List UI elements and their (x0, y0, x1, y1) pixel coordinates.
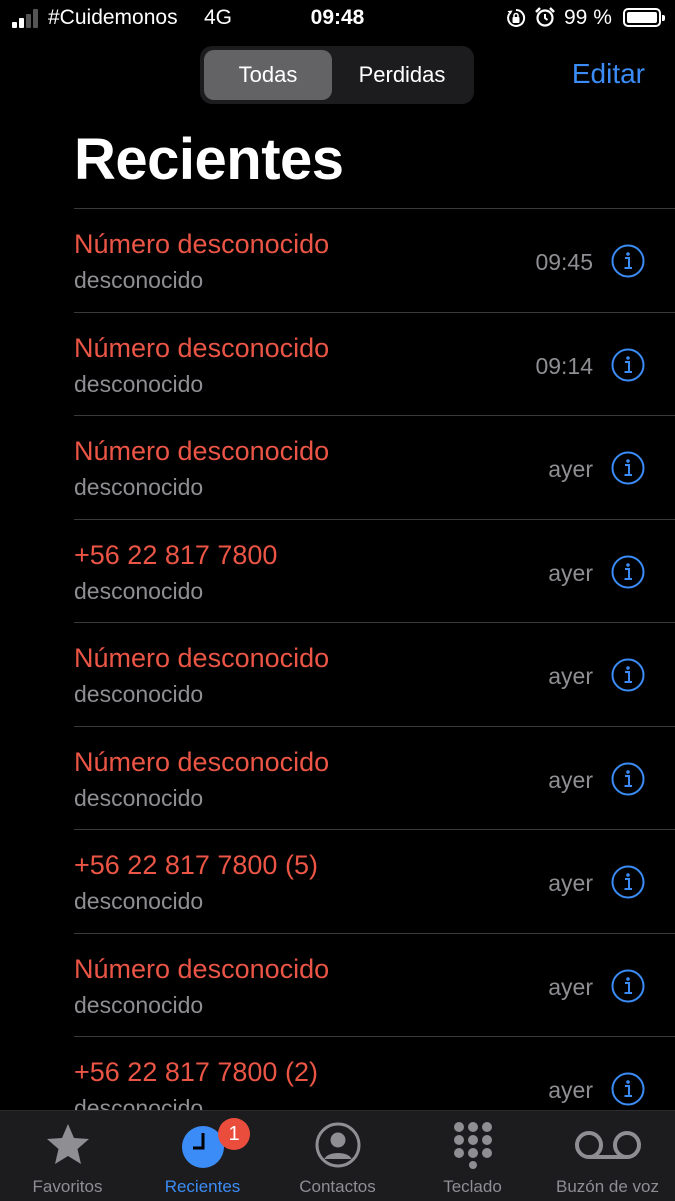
recientes-badge: 1 (218, 1118, 250, 1150)
call-time: ayer (548, 663, 593, 689)
call-type: desconocido (74, 267, 204, 293)
call-name: +56 22 817 7800 (5) (74, 850, 318, 880)
keypad-icon (454, 1122, 492, 1169)
call-time: ayer (548, 870, 593, 896)
tab-recientes[interactable]: Recientes (135, 1111, 270, 1201)
call-name: Número desconocido (74, 332, 330, 363)
call-type: desconocido (74, 888, 204, 914)
tab-buzon-de-voz[interactable]: Buzón de voz (540, 1111, 675, 1201)
call-type: desconocido (74, 577, 204, 604)
tab-bar: Favoritos Recientes Contactos Teclado Bu… (0, 1110, 675, 1201)
info-icon[interactable] (611, 762, 645, 796)
call-name: Número desconocido (74, 229, 330, 259)
info-icon[interactable] (611, 658, 645, 692)
star-icon (47, 1124, 89, 1164)
alarm-icon (535, 7, 555, 27)
status-bar: #Cuidemonos 4G 09:48 99 % (0, 0, 675, 40)
call-name: +56 22 817 7800 (2) (74, 1057, 318, 1087)
call-time: 09:45 (535, 249, 593, 275)
call-row[interactable]: Número desconocido desconocido 09:45 (74, 208, 675, 312)
call-time: ayer (548, 1077, 593, 1103)
call-row[interactable]: +56 22 817 7800 desconocido ayer (74, 518, 675, 623)
call-time: ayer (548, 973, 593, 1000)
call-type: desconocido (74, 474, 204, 500)
call-row[interactable]: Número desconocido desconocido ayer (74, 622, 675, 726)
tab-label: Contactos (299, 1177, 376, 1196)
call-type: desconocido (74, 370, 204, 397)
call-time: ayer (548, 766, 593, 793)
info-icon[interactable] (611, 865, 645, 899)
info-icon[interactable] (611, 1072, 645, 1106)
call-time: 09:14 (535, 352, 593, 379)
tab-favoritos[interactable]: Favoritos (0, 1111, 135, 1201)
call-type: desconocido (74, 784, 204, 811)
call-row[interactable]: +56 22 817 7800 (5) desconocido ayer (74, 829, 675, 933)
calls-filter-segmented-control: Todas Perdidas (200, 46, 474, 104)
tab-label: Buzón de voz (555, 1177, 659, 1196)
info-icon[interactable] (611, 555, 645, 589)
segment-todas[interactable]: Todas (204, 50, 332, 100)
battery-percent: 99 % (564, 6, 612, 29)
tab-contactos[interactable]: Contactos (270, 1111, 405, 1201)
call-row[interactable]: Número desconocido desconocido 09:14 (74, 311, 675, 416)
voicemail-icon (575, 1131, 641, 1159)
info-icon[interactable] (611, 451, 645, 485)
call-row[interactable]: Número desconocido desconocido ayer (74, 725, 675, 830)
recent-calls-list: Número desconocido desconocido 09:45 Núm… (74, 208, 675, 1140)
call-name: Número desconocido (74, 953, 330, 984)
call-row[interactable]: Número desconocido desconocido ayer (74, 415, 675, 519)
call-time: ayer (548, 559, 593, 586)
tab-label: Favoritos (32, 1177, 103, 1196)
tab-teclado[interactable]: Teclado (405, 1111, 540, 1201)
person-circle-icon (315, 1122, 361, 1168)
battery-icon (623, 8, 665, 27)
tab-label: Teclado (443, 1177, 502, 1196)
page-title: Recientes (74, 127, 344, 192)
call-time: ayer (548, 456, 593, 482)
call-name: +56 22 817 7800 (74, 539, 278, 570)
call-name: Número desconocido (74, 436, 330, 466)
call-type: desconocido (74, 991, 204, 1018)
info-icon[interactable] (611, 348, 645, 382)
call-row[interactable]: Número desconocido desconocido ayer (74, 932, 675, 1037)
segment-perdidas[interactable]: Perdidas (334, 50, 470, 100)
call-name: Número desconocido (74, 746, 330, 777)
call-name: Número desconocido (74, 643, 330, 673)
edit-button[interactable]: Editar (572, 58, 645, 90)
info-icon[interactable] (611, 244, 645, 278)
call-type: desconocido (74, 681, 204, 707)
info-icon[interactable] (611, 969, 645, 1003)
tab-label: Recientes (164, 1177, 241, 1196)
orientation-lock-icon (507, 8, 526, 27)
